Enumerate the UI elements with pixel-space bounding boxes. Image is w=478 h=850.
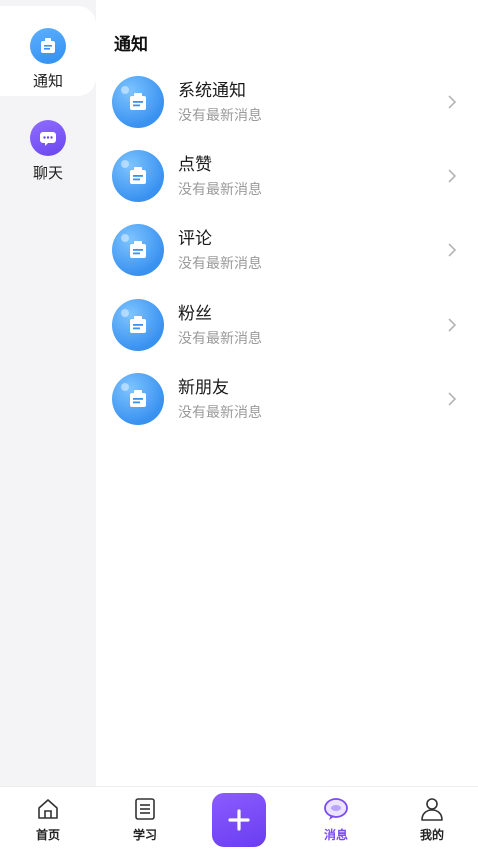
tab-messages[interactable]: 消息 — [296, 787, 376, 850]
list-item-new-friends[interactable]: 新朋友 没有最新消息 — [112, 368, 462, 430]
message-bubble-icon — [324, 797, 348, 820]
list-item-title: 新朋友 — [178, 377, 229, 398]
bottom-tab-bar: 首页 学习 消息 我的 — [0, 786, 478, 850]
notice-board-icon — [112, 373, 164, 425]
add-button[interactable] — [212, 793, 266, 847]
list-item-subtitle: 没有最新消息 — [178, 107, 262, 124]
tab-label: 消息 — [323, 827, 348, 842]
chevron-right-icon — [448, 318, 457, 332]
app-root: 通知 聊天 通知 系统通知 没有最新消息 点赞 没有最新消息 评论 没有最新消息… — [0, 0, 478, 850]
notice-board-icon — [112, 299, 164, 351]
list-item-fans[interactable]: 粉丝 没有最新消息 — [112, 294, 462, 356]
list-item-subtitle: 没有最新消息 — [178, 404, 262, 421]
section-title: 通知 — [114, 35, 148, 55]
tab-label: 我的 — [419, 827, 444, 842]
chevron-right-icon — [448, 95, 457, 109]
list-item-likes[interactable]: 点赞 没有最新消息 — [112, 145, 462, 207]
notice-board-icon — [112, 150, 164, 202]
list-item-title: 评论 — [178, 228, 212, 249]
notice-board-icon — [112, 76, 164, 128]
sidebar-item-label: 通知 — [32, 72, 63, 90]
tab-study[interactable]: 学习 — [105, 787, 185, 850]
notice-board-icon — [112, 224, 164, 276]
notification-list-panel: 通知 系统通知 没有最新消息 点赞 没有最新消息 评论 没有最新消息 粉丝 没有… — [96, 0, 478, 786]
sidebar-item-notifications[interactable]: 通知 — [0, 6, 96, 96]
list-item-title: 粉丝 — [178, 303, 212, 324]
tab-label: 首页 — [35, 827, 60, 842]
tab-mine[interactable]: 我的 — [392, 787, 472, 850]
person-icon — [421, 797, 443, 821]
document-list-icon — [135, 797, 155, 820]
list-item-title: 点赞 — [178, 154, 212, 175]
chevron-right-icon — [448, 169, 457, 183]
chevron-right-icon — [448, 243, 457, 257]
list-item-subtitle: 没有最新消息 — [178, 330, 262, 347]
plus-icon — [228, 809, 250, 831]
list-item-subtitle: 没有最新消息 — [178, 181, 262, 198]
sidebar-item-label: 聊天 — [32, 164, 63, 182]
home-icon — [38, 798, 58, 819]
chevron-right-icon — [448, 392, 457, 406]
tab-label: 学习 — [132, 827, 157, 842]
tab-home[interactable]: 首页 — [8, 787, 88, 850]
sidebar: 通知 聊天 — [0, 0, 96, 786]
chat-bubble-icon — [30, 120, 66, 156]
list-item-comments[interactable]: 评论 没有最新消息 — [112, 219, 462, 281]
sidebar-item-chat[interactable]: 聊天 — [0, 98, 96, 188]
list-item-title: 系统通知 — [178, 80, 246, 101]
list-item-subtitle: 没有最新消息 — [178, 255, 262, 272]
notice-board-icon — [30, 28, 66, 64]
list-item-system-notice[interactable]: 系统通知 没有最新消息 — [112, 71, 462, 133]
